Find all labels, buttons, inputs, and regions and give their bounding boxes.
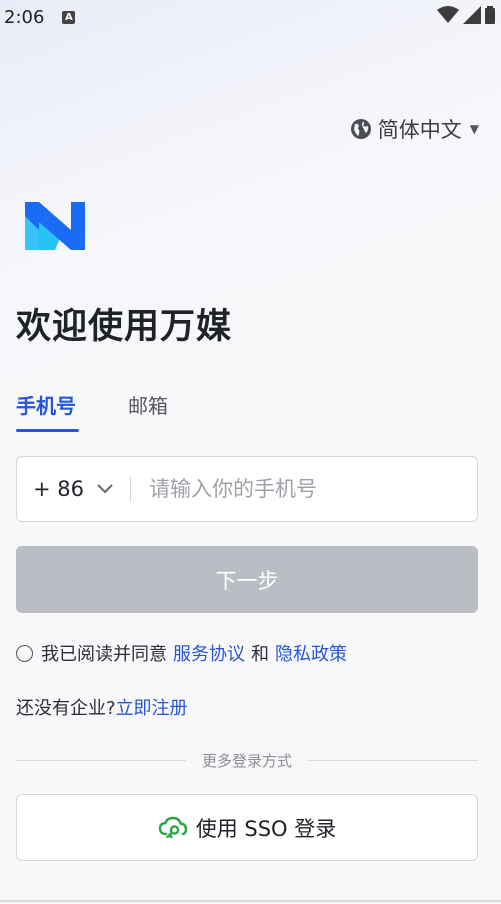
- country-code-value: + 86: [33, 477, 84, 501]
- status-time: 2:06: [4, 6, 45, 28]
- agreement-row: 我已阅读并同意 服务协议 和 隐私政策: [16, 640, 347, 666]
- register-row: 还没有企业?立即注册: [16, 694, 188, 720]
- language-label: 简体中文: [377, 118, 462, 142]
- agreement-radio[interactable]: [16, 644, 33, 662]
- divider-line-left: [16, 760, 186, 761]
- country-code-select[interactable]: + 86: [17, 457, 114, 521]
- sso-button-label: 使用 SSO 登录: [195, 816, 337, 841]
- agreement-joiner: 和: [251, 644, 269, 665]
- app-logo: [25, 202, 85, 250]
- terms-link[interactable]: 服务协议: [173, 640, 245, 666]
- divider-line-right: [308, 760, 479, 761]
- phone-input[interactable]: [131, 457, 477, 521]
- login-tabs: 手机号 邮箱: [16, 390, 220, 432]
- next-button[interactable]: 下一步: [16, 546, 478, 613]
- globe-icon: [350, 119, 371, 139]
- tab-phone[interactable]: 手机号: [16, 390, 79, 432]
- page-title: 欢迎使用万媒: [16, 307, 233, 347]
- battery-icon: [485, 6, 495, 24]
- wifi-icon: [437, 6, 459, 23]
- more-login-divider: 更多登录方式: [16, 750, 479, 771]
- notification-icon: A: [62, 10, 76, 24]
- status-indicators: [437, 6, 495, 24]
- phone-field: + 86: [16, 456, 478, 522]
- privacy-link[interactable]: 隐私政策: [275, 640, 347, 666]
- caret-down-icon: ▼: [469, 122, 479, 136]
- cloud-key-icon: [158, 816, 187, 838]
- chevron-down-icon: [96, 483, 114, 495]
- register-prompt: 还没有企业?: [16, 698, 116, 719]
- signal-icon: [463, 6, 481, 24]
- language-selector[interactable]: 简体中文 ▼: [350, 114, 479, 144]
- sso-login-button[interactable]: 使用 SSO 登录: [16, 794, 478, 861]
- tab-email[interactable]: 邮箱: [128, 390, 168, 432]
- bottom-edge: [0, 900, 501, 902]
- more-login-label: 更多登录方式: [202, 752, 293, 770]
- agreement-prefix: 我已阅读并同意: [41, 644, 167, 665]
- register-link[interactable]: 立即注册: [116, 698, 188, 719]
- status-bar: 2:06 A: [0, 0, 501, 34]
